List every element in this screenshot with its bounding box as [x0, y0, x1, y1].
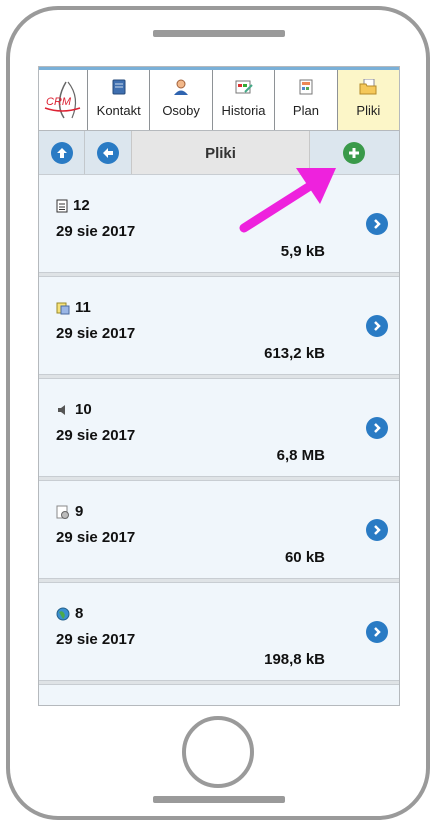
file-date: 29 sie 2017 [56, 529, 136, 546]
tab-label: Kontakt [96, 103, 141, 118]
list-item[interactable]: 11 29 sie 2017 613,2 kB [39, 276, 399, 375]
chevron-right-icon[interactable] [366, 315, 388, 337]
svg-text:CRM: CRM [46, 96, 72, 108]
file-size: 6,8 MB [276, 447, 325, 464]
scroll-top-button[interactable] [39, 131, 85, 175]
file-number: 8 [75, 605, 84, 622]
file-size: 5,9 kB [280, 243, 325, 260]
tab-label: Osoby [162, 103, 200, 118]
file-date: 29 sie 2017 [56, 325, 136, 342]
globe-file-icon [56, 607, 70, 621]
list-item[interactable]: 8 29 sie 2017 198,8 kB [39, 582, 399, 681]
file-number: 11 [75, 299, 91, 316]
list-item[interactable]: 7 [39, 684, 399, 705]
file-number: 9 [75, 503, 84, 520]
chevron-right-icon[interactable] [366, 519, 388, 541]
phone-speaker [153, 30, 285, 37]
tab-historia[interactable]: Historia [211, 70, 274, 130]
file-date: 29 sie 2017 [56, 223, 136, 240]
annotation-arrow-icon [239, 168, 336, 233]
tab-label: Pliki [356, 103, 381, 118]
crm-logo[interactable]: CRM [39, 70, 87, 130]
chevron-right-icon[interactable] [366, 621, 388, 643]
tab-plan[interactable]: Plan [274, 70, 336, 130]
file-date: 29 sie 2017 [56, 427, 136, 444]
tab-bar: CRM Kontakt Osoby Historia Plan Pliki [39, 70, 399, 131]
text-file-icon [56, 199, 68, 213]
tab-label: Historia [221, 103, 266, 118]
tab-label: Plan [292, 103, 319, 118]
chevron-right-icon[interactable] [366, 417, 388, 439]
arrow-up-icon [50, 142, 73, 164]
tab-pliki[interactable]: Pliki [336, 70, 399, 130]
settings-file-icon [56, 505, 70, 519]
tab-osoby[interactable]: Osoby [149, 70, 211, 130]
list-item[interactable]: 9 29 sie 2017 60 kB [39, 480, 399, 579]
folder-files-icon [359, 78, 377, 98]
contact-book-icon [112, 79, 126, 98]
back-button[interactable] [85, 131, 130, 175]
file-size: 198,8 kB [264, 651, 325, 668]
arrow-left-icon [96, 142, 119, 164]
file-list: 12 29 sie 2017 5,9 kB 11 29 sie 2017 613… [39, 174, 399, 705]
history-icon [235, 79, 253, 98]
tab-kontakt[interactable]: Kontakt [87, 70, 149, 130]
audio-file-icon [56, 403, 70, 417]
list-item[interactable]: 10 29 sie 2017 6,8 MB [39, 378, 399, 477]
file-date: 29 sie 2017 [56, 631, 136, 648]
home-button[interactable] [182, 716, 254, 788]
image-file-icon [56, 301, 70, 315]
phone-bottom-bar [153, 796, 285, 803]
file-number: 10 [75, 401, 92, 418]
plan-icon [299, 79, 313, 98]
chevron-right-icon[interactable] [366, 213, 388, 235]
file-size: 613,2 kB [264, 345, 325, 362]
file-number: 12 [73, 197, 90, 214]
file-size: 60 kB [284, 549, 325, 566]
person-icon [173, 79, 189, 98]
